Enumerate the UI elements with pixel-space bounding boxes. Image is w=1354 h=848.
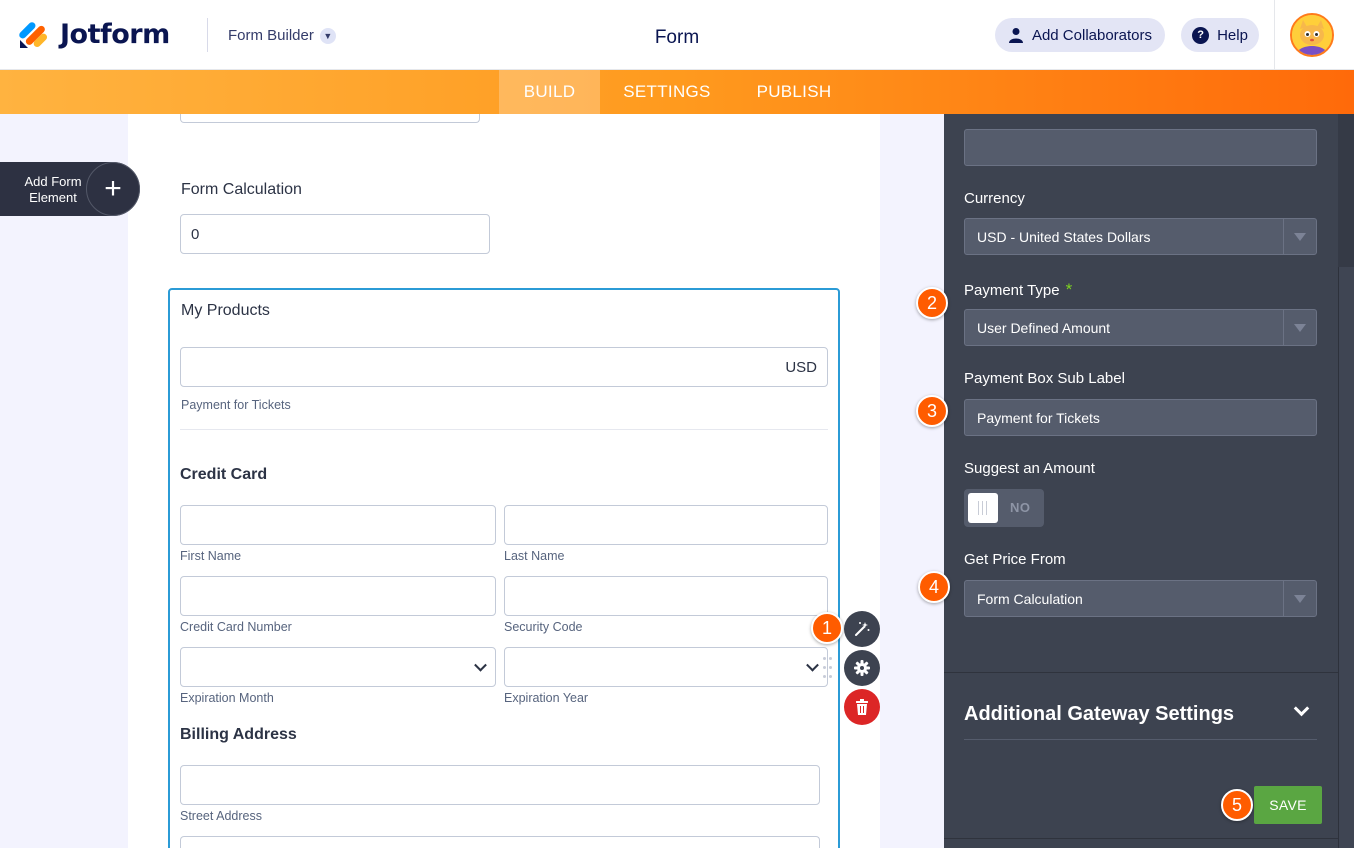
price-from-value: Form Calculation xyxy=(977,590,1083,607)
sub-label-input[interactable]: Payment for Tickets xyxy=(964,399,1317,436)
save-button[interactable]: SAVE xyxy=(1254,786,1322,824)
help-button[interactable]: ? Help xyxy=(1181,18,1259,52)
toggle-state: NO xyxy=(1010,500,1031,515)
payment-amount-input[interactable]: USD xyxy=(180,347,828,387)
panel-divider xyxy=(944,838,1338,839)
dropdown-arrow-icon xyxy=(1283,310,1316,345)
add-form-element-button[interactable]: Add Form Element + xyxy=(0,162,140,216)
currency-select[interactable]: USD - United States Dollars xyxy=(964,218,1317,255)
trash-icon xyxy=(856,699,868,715)
tab-build[interactable]: BUILD xyxy=(499,70,600,114)
street-address-input[interactable] xyxy=(180,765,820,805)
credit-card-heading: Credit Card xyxy=(180,466,268,483)
toggle-knob xyxy=(968,493,998,523)
last-name-input[interactable] xyxy=(504,505,828,545)
payment-type-label-text: Payment Type xyxy=(964,282,1060,299)
chevron-down-icon xyxy=(474,658,487,672)
add-form-element-label: Add Form Element xyxy=(24,174,82,205)
cc-number-sublabel: Credit Card Number xyxy=(180,620,292,634)
step-badge-4: 4 xyxy=(918,571,950,603)
sub-label-label: Payment Box Sub Label xyxy=(964,370,1125,387)
add-collaborators-label: Add Collaborators xyxy=(1031,26,1153,44)
street-address-sublabel: Street Address xyxy=(180,809,262,823)
suggest-amount-label: Suggest an Amount xyxy=(964,460,1095,477)
chevron-down-icon xyxy=(806,658,819,672)
first-name-sublabel: First Name xyxy=(180,549,242,563)
top-header: Jotform Form Builder ▼ Form Add Collabor… xyxy=(0,0,1354,70)
currency-label: Currency xyxy=(964,190,1025,207)
wand-button[interactable] xyxy=(844,611,880,647)
my-products-label: My Products xyxy=(181,302,270,319)
payment-type-value: User Defined Amount xyxy=(977,319,1111,336)
payment-amount-sublabel: Payment for Tickets xyxy=(181,398,291,412)
price-from-select[interactable]: Form Calculation xyxy=(964,580,1317,617)
additional-gateway-settings-toggle[interactable]: Additional Gateway Settings xyxy=(964,703,1234,726)
panel-top-input[interactable] xyxy=(964,129,1317,166)
tab-settings[interactable]: SETTINGS xyxy=(612,70,722,114)
payment-type-select[interactable]: User Defined Amount xyxy=(964,309,1317,346)
help-icon: ? xyxy=(1192,26,1210,44)
panel-scrollbar-thumb[interactable] xyxy=(1338,267,1354,848)
section-divider xyxy=(180,429,828,430)
tab-publish[interactable]: PUBLISH xyxy=(744,70,844,114)
form-calculation-label: Form Calculation xyxy=(181,181,302,198)
step-badge-3: 3 xyxy=(916,395,948,427)
exp-month-sublabel: Expiration Month xyxy=(180,691,274,705)
security-code-input[interactable] xyxy=(504,576,828,616)
field-settings-button[interactable] xyxy=(844,650,880,686)
magic-wand-icon xyxy=(855,622,870,636)
header-divider-right xyxy=(1274,0,1275,70)
exp-year-select[interactable] xyxy=(504,647,828,687)
delete-field-button[interactable] xyxy=(844,689,880,725)
form-calculation-input[interactable]: 0 xyxy=(180,214,490,254)
required-asterisk: * xyxy=(1065,280,1073,299)
first-name-input[interactable] xyxy=(180,505,496,545)
exp-year-sublabel: Expiration Year xyxy=(504,691,589,705)
security-code-sublabel: Security Code xyxy=(504,620,583,634)
currency-code: USD xyxy=(785,358,817,376)
avatar[interactable] xyxy=(1290,13,1334,57)
plus-icon: + xyxy=(86,162,140,216)
help-label: Help xyxy=(1217,26,1248,44)
currency-value: USD - United States Dollars xyxy=(977,228,1151,245)
dropdown-arrow-icon xyxy=(1283,581,1316,616)
previous-field-input[interactable] xyxy=(180,114,480,123)
user-icon xyxy=(1008,28,1023,43)
street-address-line2-input[interactable] xyxy=(180,836,820,848)
payment-type-label: Payment Type * xyxy=(964,280,1072,300)
builder-nav: BUILD SETTINGS PUBLISH xyxy=(0,70,1354,114)
gear-icon xyxy=(854,660,870,676)
suggest-amount-toggle[interactable]: NO xyxy=(964,489,1044,527)
cc-number-input[interactable] xyxy=(180,576,496,616)
last-name-sublabel: Last Name xyxy=(504,549,565,563)
exp-month-select[interactable] xyxy=(180,647,496,687)
drag-handle[interactable] xyxy=(823,657,833,679)
billing-address-heading: Billing Address xyxy=(180,726,297,743)
add-collaborators-button[interactable]: Add Collaborators xyxy=(995,18,1165,52)
step-badge-1: 1 xyxy=(811,612,843,644)
dropdown-arrow-icon xyxy=(1283,219,1316,254)
panel-divider xyxy=(944,672,1338,673)
step-badge-5: 5 xyxy=(1221,789,1253,821)
section-underline xyxy=(964,739,1317,740)
price-from-label: Get Price From xyxy=(964,551,1066,568)
step-badge-2: 2 xyxy=(916,287,948,319)
